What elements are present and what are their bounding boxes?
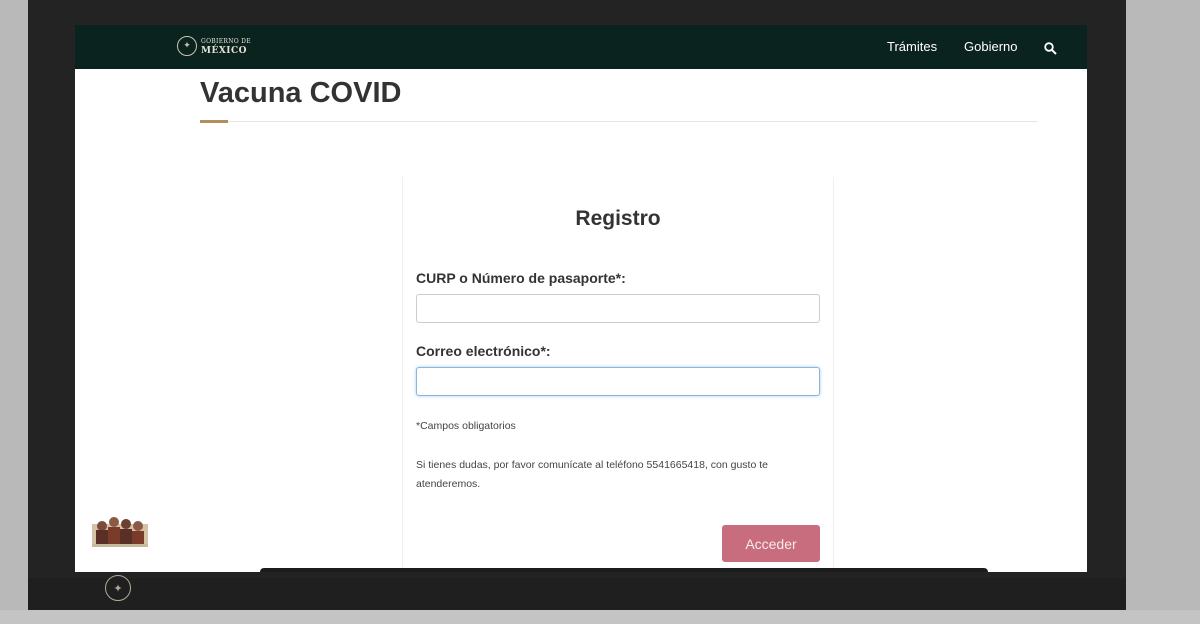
curp-input[interactable] (416, 294, 820, 323)
laptop-bezel-bottom (28, 578, 1126, 610)
mexico-seal-icon: ✦ (105, 575, 131, 601)
email-label: Correo electrónico*: (416, 343, 551, 359)
help-text: Si tienes dudas, por favor comunícate al… (416, 459, 768, 490)
laptop-base (0, 610, 1200, 624)
acceder-button[interactable]: Acceder (722, 525, 820, 562)
form-title: Registro (575, 207, 661, 230)
curp-label: CURP o Número de pasaporte*: (416, 270, 626, 286)
registration-form: Registro CURP o Número de pasaporte*: Co… (402, 177, 834, 572)
logo-line2: MÉXICO (201, 45, 248, 56)
browser-screen: ✦ GOBIERNO DE MÉXICO Trámites Gobierno V… (75, 25, 1087, 572)
title-accent-bar (200, 120, 228, 123)
nav-link-gobierno[interactable]: Gobierno (964, 39, 1017, 54)
required-fields-note: *Campos obligatorios (416, 420, 516, 432)
search-icon[interactable] (1044, 40, 1057, 59)
top-navbar: ✦ GOBIERNO DE MÉXICO Trámites Gobierno (75, 25, 1087, 69)
title-divider (200, 121, 1038, 122)
page-title: Vacuna COVID (200, 77, 402, 109)
email-input[interactable] (416, 367, 820, 396)
logo-line1: GOBIERNO DE (201, 37, 251, 45)
monitor-stand-shadow (260, 568, 988, 572)
nav-link-tramites[interactable]: Trámites (887, 39, 937, 54)
logo-text: GOBIERNO DE MÉXICO (201, 37, 251, 56)
gobierno-mexico-logo[interactable]: ✦ GOBIERNO DE MÉXICO (177, 36, 251, 56)
heroes-illustration (90, 510, 150, 550)
seal-icon: ✦ (177, 36, 197, 56)
